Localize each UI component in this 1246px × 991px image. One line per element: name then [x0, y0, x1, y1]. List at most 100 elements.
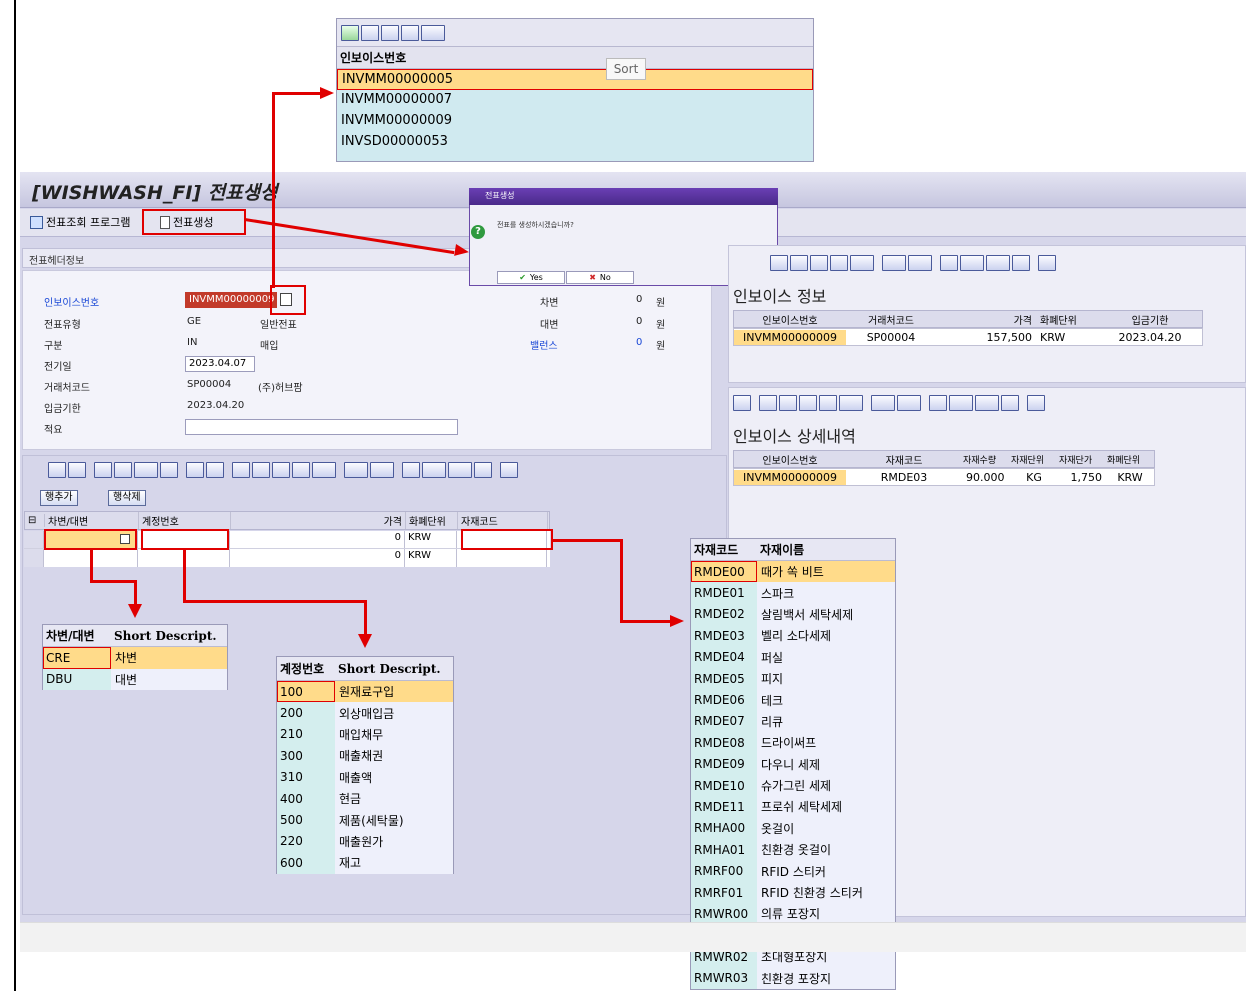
subtotal-icon[interactable] — [897, 395, 921, 411]
list-item[interactable]: RMHA01 친환경 옷걸이 — [691, 839, 895, 861]
list-item[interactable]: 310 매출액 — [277, 766, 453, 788]
info-icon[interactable] — [500, 462, 518, 478]
list-item[interactable]: INVSD00000053 — [337, 132, 813, 153]
list-item[interactable]: RMDE11 프로쉬 세탁세제 — [691, 796, 895, 818]
row-selector[interactable] — [24, 549, 44, 567]
filter-icon[interactable] — [839, 395, 863, 411]
details-icon[interactable] — [48, 462, 66, 478]
layout-icon[interactable] — [1012, 255, 1030, 271]
print-icon[interactable] — [421, 24, 445, 41]
column-header[interactable]: 가격 — [231, 512, 406, 529]
subtotal-icon[interactable] — [908, 255, 932, 271]
column-header[interactable]: 자재코드 — [458, 512, 548, 529]
info-icon[interactable] — [1027, 395, 1045, 411]
undo-icon[interactable] — [160, 462, 178, 478]
layout-icon[interactable] — [474, 462, 492, 478]
layout-icon[interactable] — [1001, 395, 1019, 411]
column-header[interactable]: 화폐단위 — [1106, 453, 1154, 466]
posting-date-field[interactable]: 2023.04.07 — [185, 356, 255, 372]
find-icon[interactable] — [799, 395, 817, 411]
column-header[interactable]: 가격 — [936, 311, 1036, 328]
list-item[interactable]: RMWR03 친환경 포장지 — [691, 967, 895, 989]
column-header[interactable]: Short Descript. — [114, 629, 217, 643]
print-icon[interactable] — [929, 395, 947, 411]
list-item[interactable]: INVMM00000007 — [337, 90, 813, 111]
info-icon[interactable] — [1038, 255, 1056, 271]
column-header[interactable]: 인보이스번호 — [734, 311, 846, 328]
list-item[interactable]: 400 현금 — [277, 787, 453, 810]
list-item[interactable]: 300 매출채권 — [277, 745, 453, 767]
find-next-icon[interactable] — [401, 24, 419, 41]
confirm-icon[interactable] — [341, 24, 359, 41]
invoice-no-field[interactable]: INVMM00000009 — [185, 292, 277, 308]
list-item[interactable]: RMRF01 RFID 친환경 스티커 — [691, 881, 895, 904]
list-item[interactable]: 600 재고 — [277, 852, 453, 874]
views-icon[interactable] — [949, 395, 973, 411]
list-item[interactable]: RMDE09 다우니 세제 — [691, 753, 895, 775]
row-selector[interactable] — [24, 531, 44, 548]
list-item[interactable]: DBU 대변 — [43, 668, 227, 691]
find-next-icon[interactable] — [292, 462, 310, 478]
copy-icon[interactable] — [114, 462, 132, 478]
list-item[interactable]: RMDE01 스파크 — [691, 582, 895, 604]
find-icon[interactable] — [810, 255, 828, 271]
column-header[interactable]: 입금기한 — [1098, 311, 1202, 328]
column-header[interactable]: 인보이스번호 — [734, 451, 846, 468]
list-item[interactable]: INVMM00000005 — [337, 69, 813, 90]
table-row[interactable]: INVMM00000009 RMDE03 90.000 KG 1,750 KRW — [733, 468, 1155, 486]
list-item[interactable]: 200 외상매입금 — [277, 702, 453, 724]
confirm-no-button[interactable]: ✖ No — [566, 271, 634, 284]
cut-icon[interactable] — [94, 462, 112, 478]
price-cell[interactable]: 0 — [230, 549, 405, 567]
find-icon[interactable] — [272, 462, 290, 478]
find-icon[interactable] — [381, 24, 399, 41]
column-header[interactable]: 화폐단위 — [406, 512, 458, 529]
sum-icon[interactable] — [882, 255, 906, 271]
list-item[interactable]: RMDE04 퍼실 — [691, 646, 895, 668]
details-icon[interactable] — [733, 395, 751, 411]
paste-icon[interactable] — [134, 462, 158, 478]
subtotal-icon[interactable] — [370, 462, 394, 478]
column-header[interactable]: 자재코드 — [694, 541, 760, 558]
sort-asc-icon[interactable] — [759, 395, 777, 411]
filter-icon[interactable] — [850, 255, 874, 271]
list-item[interactable]: RMDE02 살림백서 세탁세제 — [691, 603, 895, 626]
list-item[interactable]: RMDE03 벨리 소다세제 — [691, 625, 895, 647]
memo-field[interactable] — [185, 419, 458, 435]
views-icon[interactable] — [422, 462, 446, 478]
column-header[interactable]: 자재코드 — [846, 451, 962, 468]
sum-icon[interactable] — [344, 462, 368, 478]
export-icon[interactable] — [975, 395, 999, 411]
column-header[interactable]: Short Descript. — [338, 662, 441, 676]
column-header[interactable]: 차변/대변 — [45, 512, 139, 529]
confirm-yes-button[interactable]: ✔ Yes — [497, 271, 565, 284]
list-item[interactable]: INVMM00000009 — [337, 111, 813, 132]
column-header[interactable]: 계정번호 — [280, 660, 338, 677]
sort-desc-icon[interactable] — [790, 255, 808, 271]
table-row[interactable]: INVMM00000009 SP00004 157,500 KRW 2023.0… — [733, 328, 1203, 346]
refresh-icon[interactable] — [68, 462, 86, 478]
column-header[interactable]: 자재수량 — [962, 453, 1010, 466]
list-item[interactable]: RMDE07 리큐 — [691, 710, 895, 733]
column-header[interactable]: 자재이름 — [760, 541, 804, 558]
list-item[interactable]: RMHA00 옷걸이 — [691, 817, 895, 840]
list-item[interactable]: RMDE10 슈가그린 세제 — [691, 774, 895, 797]
list-item[interactable]: RMRF00 RFID 스티커 — [691, 860, 895, 882]
lookup-program-button[interactable]: 전표조회 프로그램 — [30, 214, 130, 230]
views-icon[interactable] — [960, 255, 984, 271]
cancel-icon[interactable] — [361, 24, 379, 41]
dropdown-arrow-icon[interactable] — [120, 534, 130, 544]
insert-row-icon[interactable] — [206, 462, 224, 478]
list-item[interactable]: 210 매입채무 — [277, 723, 453, 746]
delete-row-button[interactable]: 행삭제 — [108, 490, 146, 506]
currency-cell[interactable]: KRW — [405, 549, 457, 567]
sum-icon[interactable] — [871, 395, 895, 411]
column-header[interactable]: 자재단위 — [1010, 453, 1058, 466]
list-item[interactable]: 100 원재료구입 — [277, 681, 453, 703]
material-cell[interactable] — [457, 549, 547, 567]
column-header[interactable]: 차변/대변 — [46, 627, 114, 644]
column-header[interactable]: 거래처코드 — [846, 311, 936, 328]
price-cell[interactable]: 0 — [230, 531, 405, 548]
list-item[interactable]: RMDE05 피지 — [691, 667, 895, 690]
list-item[interactable]: RMDE00 때가 쏙 비트 — [691, 561, 895, 583]
